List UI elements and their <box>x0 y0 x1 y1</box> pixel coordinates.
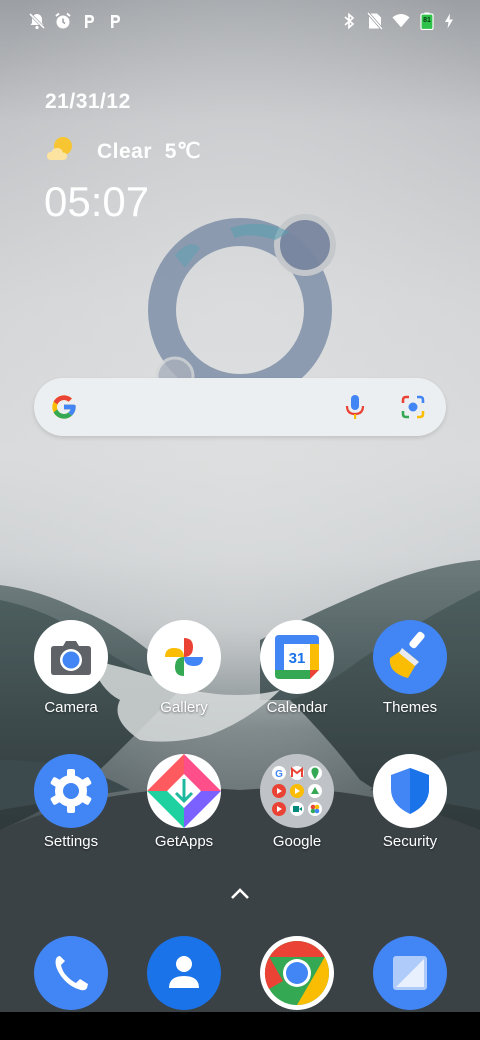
app-themes[interactable]: Themes <box>360 620 460 716</box>
wifi-icon <box>392 12 410 30</box>
phone-icon <box>34 936 108 1010</box>
dock-phone[interactable] <box>21 936 121 1010</box>
battery-level: 81 <box>423 17 431 24</box>
sun-cloud-icon <box>45 134 77 169</box>
home-screen: 81 21/31/12 Clear 5℃ 05:07 Camera Galler… <box>0 0 480 1012</box>
app-getapps[interactable]: GetApps <box>134 754 234 850</box>
p-notification-icon <box>80 12 98 30</box>
dock-messages[interactable] <box>360 936 460 1010</box>
app-google-folder[interactable]: G Google <box>247 754 347 850</box>
bluetooth-icon <box>340 12 358 30</box>
clock-time[interactable]: 05:07 <box>44 178 149 226</box>
app-label: Calendar <box>266 699 328 716</box>
weather-text: Clear 5℃ <box>97 140 201 163</box>
dock-chrome[interactable] <box>247 936 347 1010</box>
messages-icon <box>373 936 447 1010</box>
mute-icon <box>28 12 46 30</box>
alarm-icon <box>54 12 72 30</box>
svg-text:G: G <box>275 769 283 780</box>
app-label: Settings <box>43 833 99 850</box>
weather-widget[interactable]: Clear 5℃ <box>45 134 201 169</box>
battery-icon: 81 <box>418 12 436 30</box>
app-label: Security <box>382 833 438 850</box>
settings-icon <box>34 754 108 828</box>
status-bar-right: 81 <box>340 8 454 34</box>
calendar-icon: 31 <box>260 620 334 694</box>
app-label: Google <box>272 833 322 850</box>
app-gallery[interactable]: Gallery <box>134 620 234 716</box>
app-camera[interactable]: Camera <box>21 620 121 716</box>
no-sim-icon <box>366 12 384 30</box>
app-label: Camera <box>44 699 98 716</box>
camera-icon <box>34 620 108 694</box>
google-folder-icon: G <box>260 754 334 828</box>
app-security[interactable]: Security <box>360 754 460 850</box>
chrome-icon <box>260 936 334 1010</box>
mic-icon[interactable] <box>344 394 366 425</box>
gallery-icon <box>147 620 221 694</box>
app-label: Themes <box>382 699 438 716</box>
app-label: GetApps <box>154 833 214 850</box>
status-bar-left <box>28 8 124 34</box>
navigation-bar <box>0 1012 480 1040</box>
google-g-icon <box>50 393 78 426</box>
security-icon <box>373 754 447 828</box>
lens-icon[interactable] <box>400 394 426 425</box>
calendar-date-badge: 31 <box>288 650 306 667</box>
contacts-icon <box>147 936 221 1010</box>
getapps-icon <box>147 754 221 828</box>
charging-icon <box>444 12 454 30</box>
google-search-bar[interactable] <box>34 378 446 436</box>
p-notification-icon <box>106 12 124 30</box>
themes-icon <box>373 620 447 694</box>
app-label: Gallery <box>160 699 208 716</box>
date-text[interactable]: 21/31/12 <box>45 90 131 114</box>
dock-contacts[interactable] <box>134 936 234 1010</box>
app-drawer-chevron-icon[interactable] <box>228 886 252 907</box>
app-calendar[interactable]: 31 Calendar <box>247 620 347 716</box>
app-settings[interactable]: Settings <box>21 754 121 850</box>
